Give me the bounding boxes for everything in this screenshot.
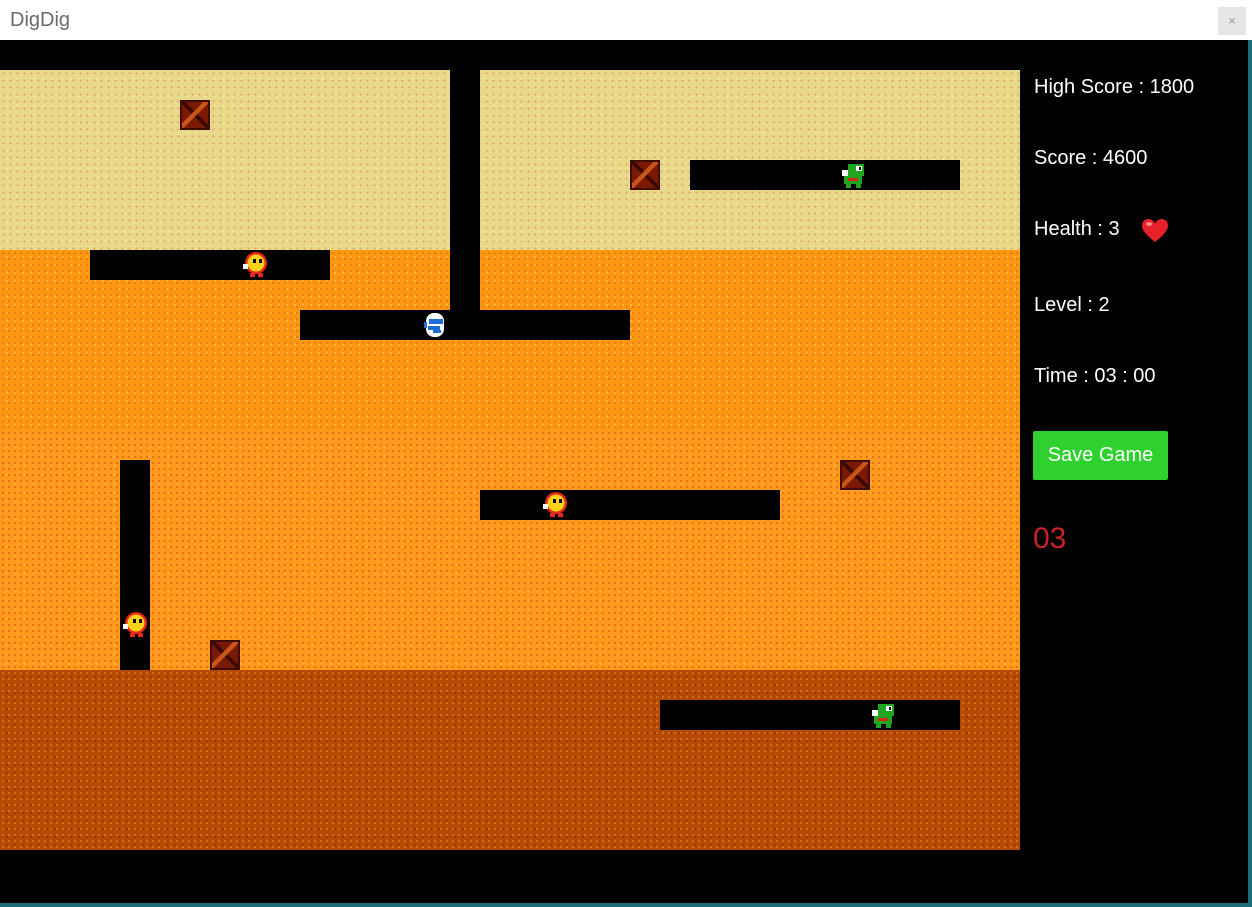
tunnel-upper-right xyxy=(690,160,960,190)
heart-icon xyxy=(1142,219,1168,242)
high-score-text: High Score : 1800 xyxy=(1034,76,1195,98)
window-border-bottom xyxy=(0,903,1252,907)
game-field[interactable] xyxy=(0,70,1020,850)
tunnel-vertical-center xyxy=(450,70,480,340)
level-text: Level : 2 xyxy=(1034,294,1110,316)
save-game-button[interactable]: Save Game xyxy=(1033,431,1168,480)
title-bar: DigDig × xyxy=(0,0,1252,40)
pooka-enemy-icon xyxy=(123,612,147,637)
score-text: Score : 4600 xyxy=(1034,147,1148,169)
hud-panel: High Score : 1800 Score : 4600 Health : … xyxy=(1020,70,1248,850)
tunnel-bottom xyxy=(660,700,960,730)
close-button[interactable]: × xyxy=(1218,7,1246,35)
fygar-dragon-icon xyxy=(872,704,894,728)
pooka-enemy-icon xyxy=(543,492,567,517)
rock-icon xyxy=(210,640,240,670)
time-text: Time : 03 : 00 xyxy=(1034,365,1156,387)
tunnel-center xyxy=(300,310,630,340)
digger-player-icon xyxy=(424,313,444,337)
fygar-dragon-icon xyxy=(842,164,864,188)
dirt-layer-bottom xyxy=(0,670,1020,850)
window-border-right xyxy=(1248,40,1252,907)
rock-icon xyxy=(630,160,660,190)
rock-icon xyxy=(840,460,870,490)
rock-icon xyxy=(180,100,210,130)
tunnel-middle xyxy=(480,490,780,520)
health-text: Health : 3 xyxy=(1034,218,1120,240)
window-title: DigDig xyxy=(10,9,71,31)
pooka-enemy-icon xyxy=(243,252,267,277)
tunnel-upper-left xyxy=(90,250,330,280)
countdown-text: 03 xyxy=(1033,522,1067,555)
